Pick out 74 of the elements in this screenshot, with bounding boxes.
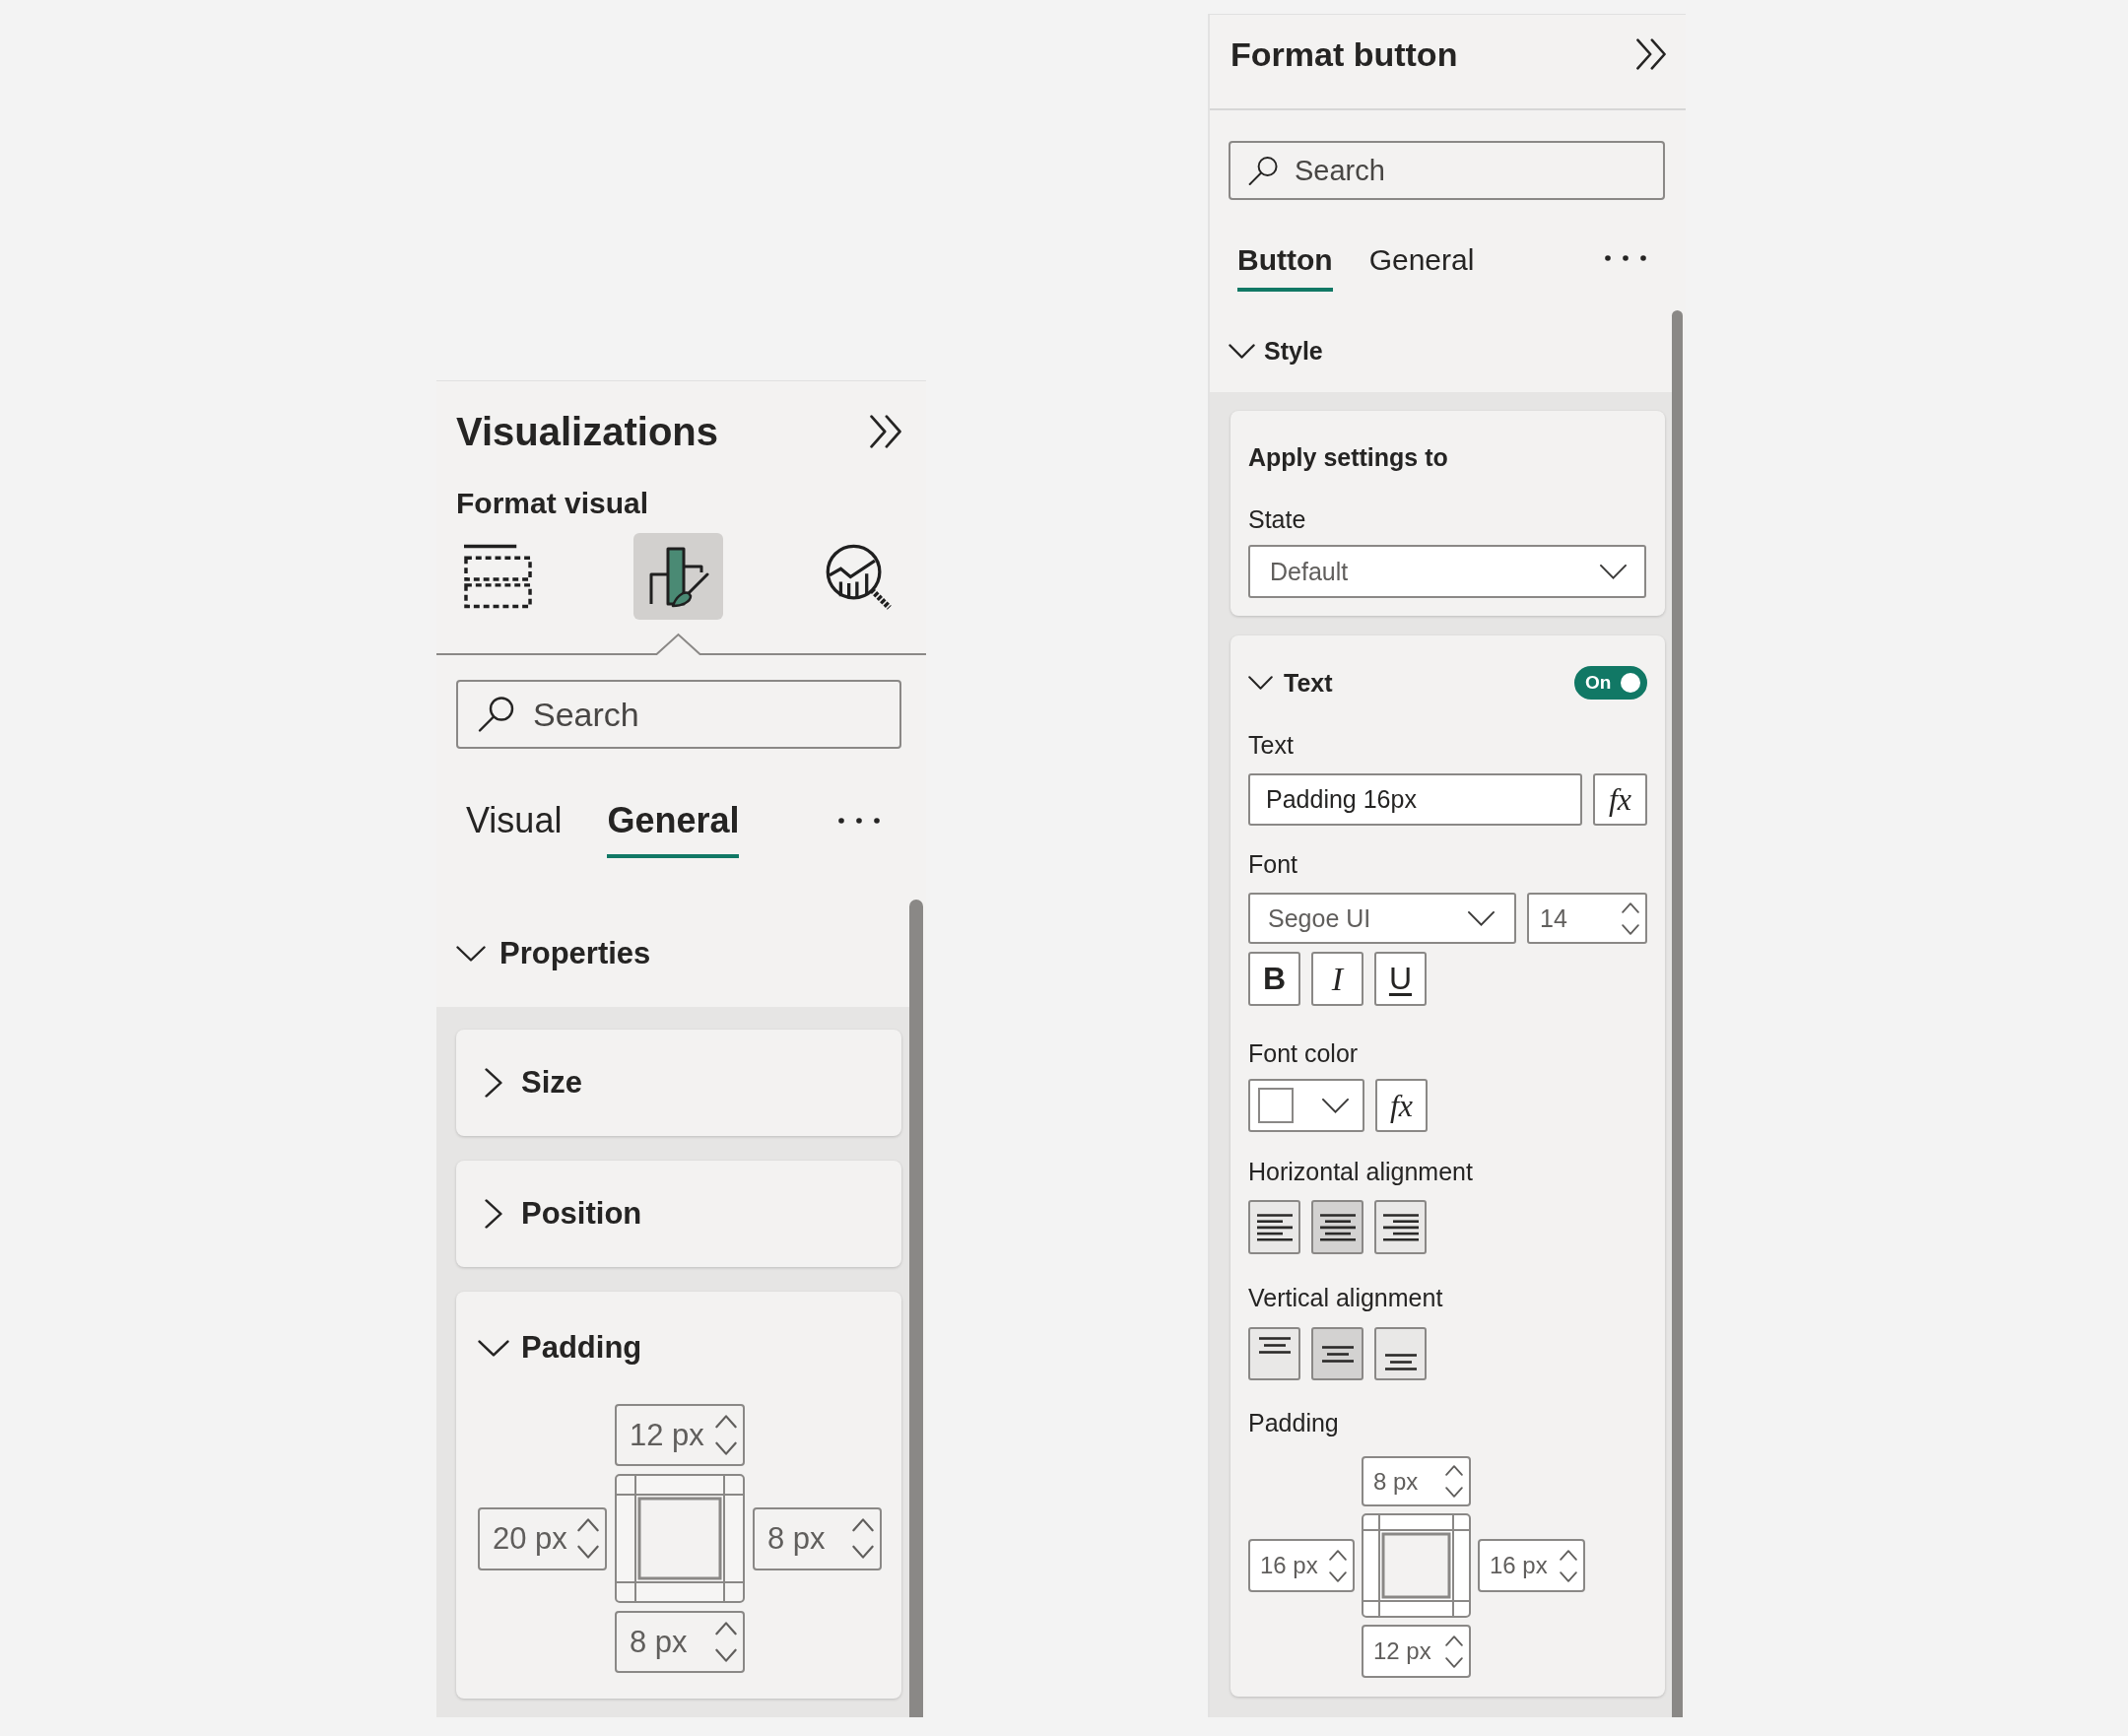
dashed-layout-icon [464, 544, 532, 609]
field-label: Vertical alignment [1248, 1283, 1443, 1313]
text-style-button[interactable]: U [1374, 952, 1427, 1006]
collapse-pane-button[interactable] [869, 415, 902, 448]
pane-title: Format button [1230, 34, 1458, 75]
search-field[interactable]: Search [1229, 141, 1665, 200]
dropdown[interactable]: Default [1248, 545, 1646, 598]
number-field[interactable]: 8 px [1362, 1456, 1471, 1506]
pane-tab[interactable] [633, 533, 723, 620]
chart-magnifier-icon [825, 542, 893, 611]
align-button[interactable] [1374, 1327, 1427, 1380]
align-button[interactable] [1374, 1200, 1427, 1254]
number-field[interactable]: 12 px [615, 1404, 745, 1466]
chevron-down-icon [1322, 1098, 1349, 1113]
card-header[interactable]: Position [456, 1161, 642, 1267]
fx-button[interactable]: fx [1375, 1079, 1428, 1132]
field-label: Padding [1248, 1408, 1339, 1438]
double-chevron-icon [869, 415, 902, 448]
card-header[interactable]: Text [1248, 666, 1333, 700]
number-field[interactable]: 14 [1527, 893, 1647, 944]
text-input[interactable]: Padding 16px [1248, 773, 1582, 826]
align-button[interactable] [1248, 1327, 1300, 1380]
tab[interactable]: General [607, 799, 740, 858]
paintbrush-chart-icon [647, 545, 709, 608]
number-field[interactable]: 20 px [478, 1506, 607, 1570]
double-chevron-icon [1635, 38, 1667, 70]
align-button[interactable] [1248, 1200, 1300, 1254]
more-icon [1605, 255, 1646, 261]
tab[interactable]: Button [1237, 241, 1333, 292]
number-field[interactable]: 12 px [1362, 1625, 1471, 1678]
field-label: Horizontal alignment [1248, 1157, 1473, 1187]
section-header[interactable]: Style [1210, 310, 1323, 392]
pane-title: Visualizations [456, 409, 718, 455]
field-label: Font [1248, 849, 1298, 880]
text-align-icon [1256, 1213, 1293, 1241]
text-style-button[interactable]: I [1311, 952, 1363, 1006]
vertical-align-icon [1321, 1345, 1354, 1363]
field-label: State [1248, 504, 1306, 535]
align-button[interactable] [1311, 1327, 1363, 1380]
color-picker[interactable] [1248, 1079, 1364, 1132]
text-align-icon [1319, 1213, 1356, 1241]
search-field[interactable]: Search [456, 680, 901, 749]
more-icon [838, 818, 880, 824]
scrollbar-thumb[interactable] [1672, 310, 1683, 1717]
padding-diagram-icon [615, 1474, 745, 1603]
padding-diagram-icon [1362, 1513, 1471, 1618]
collapse-pane-button[interactable] [1635, 38, 1667, 70]
search-icon [478, 696, 515, 733]
chevron-down-icon [1600, 564, 1627, 579]
field-label: Font color [1248, 1038, 1359, 1069]
section-header[interactable]: Properties [436, 900, 651, 1007]
align-button[interactable] [1311, 1200, 1363, 1254]
field-label: Text [1248, 730, 1294, 761]
vertical-align-icon [1384, 1354, 1417, 1370]
chevron-down-icon [1468, 910, 1495, 926]
fx-button[interactable]: fx [1593, 773, 1647, 826]
vertical-align-icon [1258, 1337, 1291, 1354]
pane-subtitle: Format visual [456, 486, 649, 521]
card-header[interactable]: Size [456, 1030, 583, 1136]
number-field[interactable]: 16 px [1478, 1539, 1585, 1592]
tab[interactable]: General [1368, 241, 1475, 292]
number-field[interactable]: 8 px [753, 1506, 882, 1570]
tab[interactable]: Visual [466, 799, 563, 858]
font-dropdown[interactable]: Segoe UI [1248, 893, 1516, 944]
card-header[interactable]: Padding [456, 1292, 642, 1404]
scrollbar-thumb[interactable] [909, 900, 923, 1717]
text-style-button[interactable]: B [1248, 952, 1300, 1006]
search-icon [1248, 155, 1279, 186]
number-field[interactable]: 16 px [1248, 1539, 1355, 1592]
number-field[interactable]: 8 px [615, 1611, 745, 1673]
toggle-knob-icon [1621, 673, 1640, 693]
toggle-switch[interactable]: On [1574, 666, 1647, 700]
text-align-icon [1382, 1213, 1419, 1241]
card-heading: Apply settings to [1248, 442, 1448, 473]
